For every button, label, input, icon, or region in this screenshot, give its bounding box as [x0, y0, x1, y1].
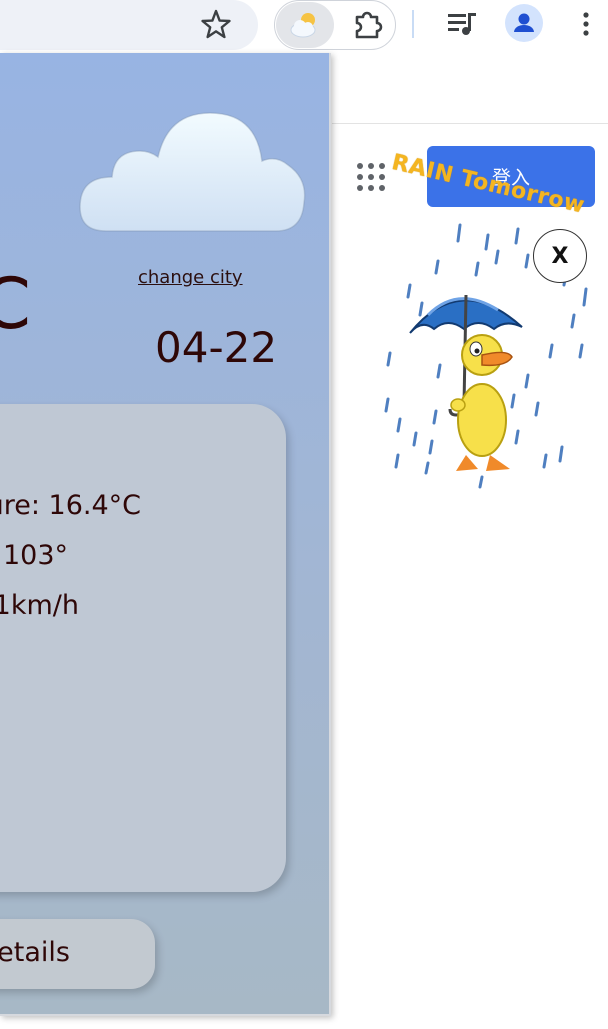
details-label: etails: [0, 937, 70, 968]
profile-avatar[interactable]: [505, 4, 543, 42]
person-icon: [514, 13, 534, 32]
details-button[interactable]: etails: [0, 919, 155, 989]
close-animation-button[interactable]: X: [533, 229, 587, 283]
weather-extension-button[interactable]: [276, 2, 334, 48]
apps-grid-icon[interactable]: [356, 162, 388, 194]
kebab-menu-icon[interactable]: [574, 6, 598, 42]
temperature-line: ture: 16.4°C: [0, 490, 141, 521]
close-label: X: [551, 243, 569, 269]
temperature-display: C: [0, 269, 31, 339]
weather-info-card: ture: 16.4°C : 103° 1km/h: [0, 404, 286, 892]
date-display: 04-22: [155, 323, 278, 372]
duck: [450, 334, 513, 471]
weather-popup: change city C 04-22 ture: 16.4°C : 103° …: [0, 53, 331, 1016]
wind-direction-line: : 103°: [0, 540, 68, 571]
toolbar-divider: [412, 10, 414, 38]
media-queue-icon[interactable]: [443, 5, 481, 43]
change-city-link[interactable]: change city: [138, 267, 243, 288]
address-bar[interactable]: [0, 0, 258, 50]
cloud-sun-icon: [290, 13, 316, 38]
cloud-icon: [76, 89, 316, 239]
star-icon[interactable]: [196, 5, 236, 45]
puzzle-icon[interactable]: [349, 5, 387, 43]
browser-toolbar: [0, 0, 608, 52]
page-header-divider: [332, 123, 608, 124]
wind-speed-line: 1km/h: [0, 590, 79, 621]
